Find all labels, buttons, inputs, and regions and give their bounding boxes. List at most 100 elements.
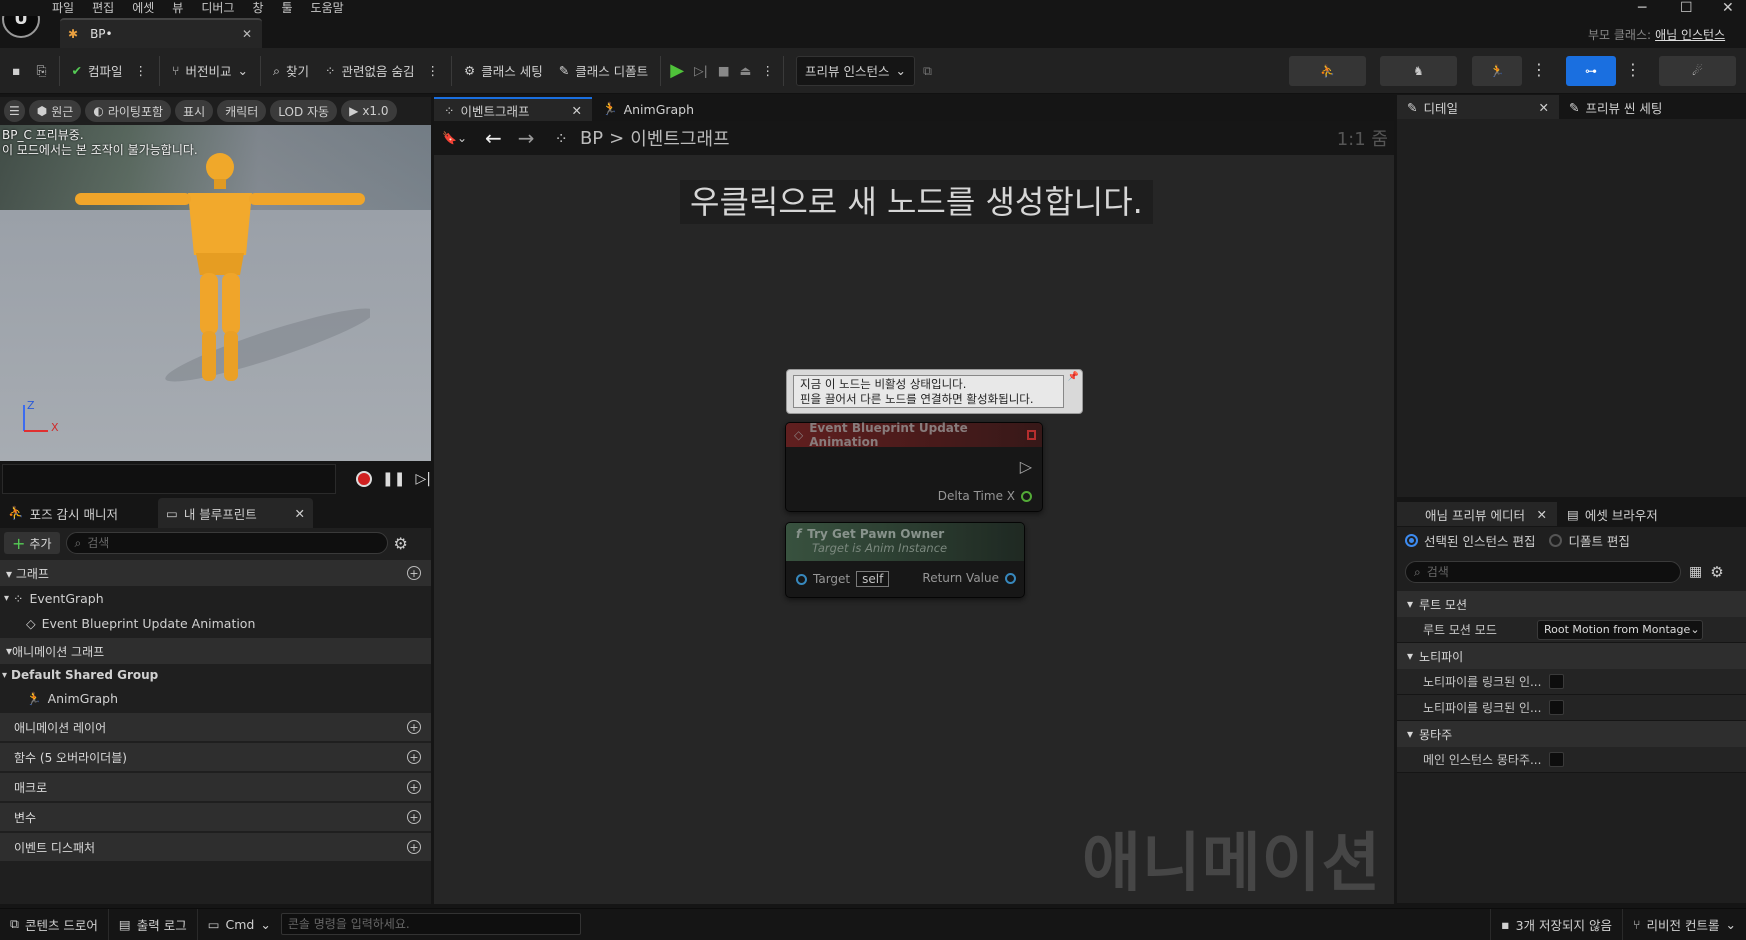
add-layer-icon[interactable]: + [407, 720, 421, 734]
animation-mode-button[interactable]: 🏃 [1472, 56, 1522, 86]
details-search[interactable]: ⌕ [1405, 561, 1681, 583]
root-motion-mode-dropdown[interactable]: Root Motion from Montage ⌄ [1537, 619, 1703, 640]
section-montage[interactable]: ▾ 몽타주 [1397, 721, 1746, 747]
character-button[interactable]: 캐릭터 [217, 100, 267, 122]
find-button[interactable]: ⌕ 찾기 [265, 56, 317, 86]
tree-item-animgraph[interactable]: 🏃 AnimGraph [0, 686, 431, 711]
tree-item-event-update[interactable]: ◇ Event Blueprint Update Animation [0, 611, 431, 636]
mesh-mode-button[interactable]: ♞ [1380, 56, 1457, 86]
maximize-icon[interactable]: ☐ [1680, 0, 1693, 16]
playback-speed-button[interactable]: ▶ x1.0 [341, 100, 397, 122]
add-graph-icon[interactable]: + [407, 566, 421, 580]
target-pin[interactable]: Target self [796, 571, 890, 587]
add-function-icon[interactable]: + [407, 750, 421, 764]
menu-help[interactable]: 도움말 [311, 1, 344, 15]
add-macro-icon[interactable]: + [407, 780, 421, 794]
forward-arrow-icon[interactable]: → [518, 126, 535, 150]
section-variables[interactable]: 변수 + [0, 803, 431, 831]
blueprint-search-input[interactable] [87, 536, 379, 550]
close-window-icon[interactable]: ✕ [1722, 0, 1734, 16]
source-control-button[interactable]: ⑂ 리비전 컨트롤 ⌄ [1622, 908, 1746, 940]
menu-window[interactable]: 창 [252, 1, 263, 15]
record-icon[interactable] [356, 471, 373, 487]
lit-button[interactable]: ◐ 라이팅포함 [85, 100, 172, 122]
tree-item-eventgraph[interactable]: ▾ ⁘ EventGraph [0, 586, 431, 611]
tab-details[interactable]: ✎ 디테일 ✕ [1397, 95, 1559, 119]
close-tab-icon[interactable]: ✕ [295, 506, 305, 521]
stop-button[interactable]: ■ [713, 56, 735, 86]
timeline-track[interactable] [2, 464, 337, 494]
add-variable-icon[interactable]: + [407, 810, 421, 824]
show-button[interactable]: 표시 [175, 100, 214, 122]
section-root-motion[interactable]: ▾ 루트 모션 [1397, 591, 1746, 617]
add-dispatcher-icon[interactable]: + [407, 840, 421, 854]
preview-viewport[interactable]: BP_C 프리뷰중. 이 모드에서는 본 조작이 불가능합니다. Z X [0, 125, 431, 461]
content-drawer-button[interactable]: ⧉ 콘텐츠 드로어 [0, 908, 109, 940]
node-try-get-pawn-owner[interactable]: f Try Get Pawn Owner Target is Anim Insta… [785, 522, 1025, 598]
close-tab-icon[interactable]: ✕ [572, 103, 582, 118]
section-functions[interactable]: 함수 (5 오버라이더블) + [0, 743, 431, 771]
exec-pin-icon[interactable]: ▷ [1020, 457, 1032, 476]
menu-asset[interactable]: 에셋 [132, 1, 154, 15]
more-icon[interactable]: ⋮ [1625, 60, 1641, 79]
physics-mode-button[interactable]: ☄ [1659, 56, 1736, 86]
cmd-dropdown[interactable]: ▭ Cmd ⌄ [198, 909, 281, 940]
section-graphs[interactable]: ▾ 그래프 + [0, 560, 431, 586]
tab-preview-scene[interactable]: ✎ 프리뷰 씬 세팅 [1559, 95, 1672, 119]
step-forward-icon[interactable]: ▷| [416, 471, 431, 487]
console-input[interactable] [280, 913, 581, 935]
montage1-checkbox[interactable] [1549, 752, 1564, 767]
event-graph-canvas[interactable] [434, 121, 1394, 904]
add-button[interactable]: + 추가 [4, 532, 60, 554]
tree-item-default-group[interactable]: ▾ Default Shared Group [0, 664, 431, 686]
unsaved-button[interactable]: ▪ 3개 저장되지 않음 [1490, 908, 1622, 940]
play-button[interactable]: ▶ [665, 56, 689, 86]
menu-edit[interactable]: 편집 [92, 1, 114, 15]
close-tab-icon[interactable]: ✕ [1539, 100, 1549, 115]
browse-button[interactable]: ⎘ [28, 56, 54, 86]
class-defaults-button[interactable]: ✎ 클래스 디폴트 [551, 56, 656, 86]
tab-pose-watch[interactable]: ⛹ 포즈 감시 매니저 [0, 498, 158, 528]
menu-debug[interactable]: 디버그 [201, 1, 234, 15]
class-settings-button[interactable]: ⚙ 클래스 세팅 [456, 56, 551, 86]
minimize-icon[interactable]: ─ [1638, 0, 1646, 16]
back-arrow-icon[interactable]: ← [485, 126, 502, 150]
menu-tools[interactable]: 툴 [282, 1, 293, 15]
compile-button[interactable]: ✔ 컴파일 ⋮ [64, 56, 156, 86]
close-tab-icon[interactable]: ✕ [1537, 507, 1547, 522]
pause-icon[interactable]: ❚❚ [382, 471, 405, 487]
close-tab-icon[interactable]: ✕ [242, 27, 252, 41]
return-value-pin[interactable]: Return Value [922, 571, 1016, 585]
radio-defaults[interactable] [1549, 533, 1563, 547]
more-icon[interactable]: ⋮ [1531, 60, 1547, 79]
node-event-update-animation[interactable]: ◇ Event Blueprint Update Animation ▷ Del… [785, 421, 1043, 512]
gear-icon[interactable]: ⚙ [1710, 563, 1723, 581]
object-pin-icon[interactable] [796, 573, 807, 585]
object-pin-icon[interactable] [1005, 572, 1016, 584]
pin-icon[interactable]: 📌 [1068, 372, 1079, 382]
menu-view[interactable]: 뷰 [172, 1, 183, 15]
debug-filter-button[interactable]: ⧉ [915, 56, 940, 86]
breadcrumb-root[interactable]: BP [580, 128, 603, 149]
notify2-checkbox[interactable] [1549, 700, 1564, 715]
gear-icon[interactable]: ⚙ [394, 534, 408, 553]
step-button[interactable]: ▷| [689, 56, 713, 86]
tab-event-graph[interactable]: ⁘ 이벤트그래프 ✕ [434, 97, 592, 121]
table-view-icon[interactable]: ▦ [1689, 564, 1702, 580]
viewport-menu-button[interactable]: ☰ [4, 100, 25, 122]
lod-button[interactable]: LOD 자동 [270, 100, 338, 122]
notify1-checkbox[interactable] [1549, 674, 1564, 689]
radio-selected-instance[interactable] [1405, 533, 1418, 547]
output-log-button[interactable]: ▤ 출력 로그 [109, 908, 198, 940]
more-icon[interactable]: ⋮ [427, 63, 440, 78]
eject-button[interactable]: ⏏ [735, 56, 757, 86]
console-input-field[interactable] [287, 917, 574, 931]
delta-time-pin[interactable]: Delta Time X [938, 489, 1032, 503]
save-button[interactable]: ▪ [4, 56, 28, 86]
blueprint-mode-button[interactable]: ⊶ [1566, 56, 1616, 86]
skeleton-mode-button[interactable]: ⛹ [1289, 56, 1366, 86]
hide-unrelated-button[interactable]: ⁘ 관련없음 숨김 ⋮ [317, 56, 447, 86]
preview-instance-dropdown[interactable]: 프리뷰 인스턴스 ⌄ [795, 55, 915, 86]
perspective-button[interactable]: ⬢ 원근 [28, 100, 82, 122]
section-anim-layers[interactable]: 애니메이션 레이어 + [0, 713, 431, 741]
